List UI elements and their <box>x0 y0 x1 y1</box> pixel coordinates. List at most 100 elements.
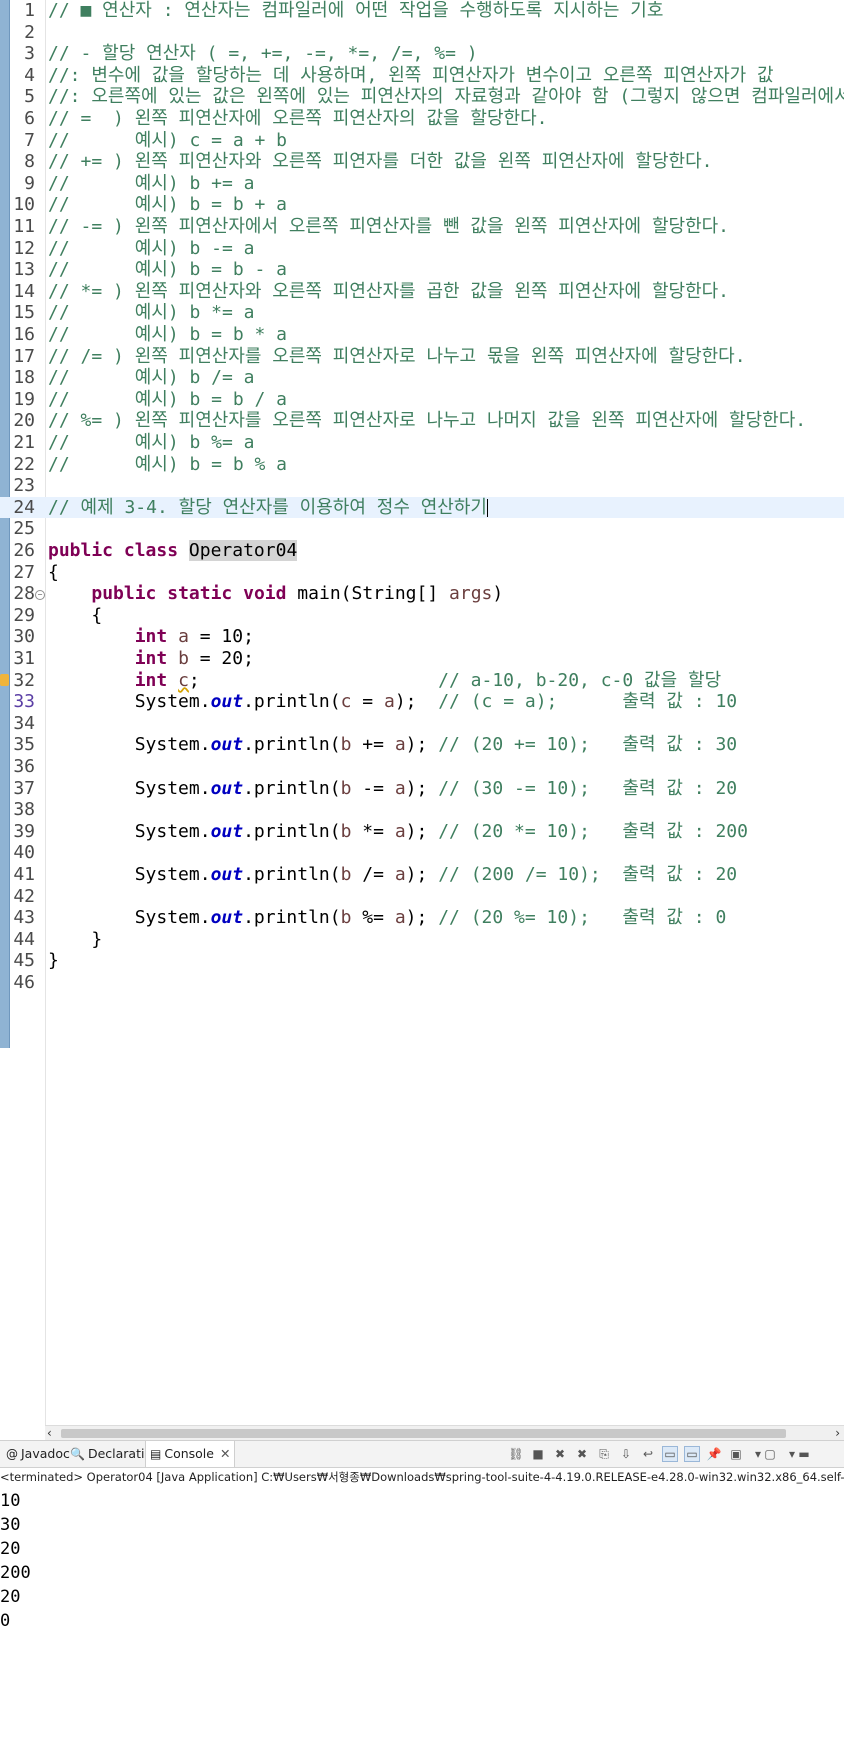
code-token: // 예시) b = b / a <box>48 388 288 410</box>
code-line[interactable]: 13 // 예시) b = b - a <box>0 259 844 281</box>
code-line[interactable]: 12 // 예시) b -= a <box>0 238 844 260</box>
disconnect-icon[interactable]: ⛓ <box>508 1446 524 1462</box>
scroll-left-arrow-icon[interactable]: ‹ <box>47 1426 52 1440</box>
code-line[interactable]: 25 <box>0 518 844 540</box>
code-token: // 예시) c = a + b <box>48 129 288 151</box>
scroll-right-arrow-icon[interactable]: › <box>835 1426 840 1440</box>
code-line[interactable]: 5 //: 오른쪽에 있는 값은 왼쪽에 있는 피연산자의 자료형과 같아야 함 … <box>0 86 844 108</box>
open-console-icon[interactable]: ▢ <box>762 1446 778 1462</box>
console-output-line: 200 <box>0 1563 31 1583</box>
show-on-stderr-icon[interactable]: ▭ <box>684 1446 700 1462</box>
code-token: ); <box>405 734 439 756</box>
code-line[interactable]: 27 { <box>0 562 844 584</box>
code-line[interactable]: 39 System.out.println(b *= a); // (20 *=… <box>0 821 844 843</box>
code-line[interactable]: 10 // 예시) b = b + a <box>0 194 844 216</box>
code-line[interactable]: 35 System.out.println(b += a); // (20 +=… <box>0 734 844 756</box>
line-number: 2 <box>24 21 35 43</box>
scrollbar-thumb[interactable] <box>61 1429 786 1438</box>
editor-horizontal-scrollbar[interactable]: ‹ › <box>45 1425 844 1440</box>
code-line[interactable]: 40 <box>0 842 844 864</box>
console-output[interactable]: 10 30 20 200 20 0 <box>0 1489 31 1633</box>
code-line[interactable]: 11 // -= ) 왼쪽 피연산자에서 오른쪽 피연산자를 뺀 값을 왼쪽 피연… <box>0 216 844 238</box>
code-line[interactable]: 46 <box>0 972 844 994</box>
code-editor[interactable]: 1 // ■ 연산자 : 연산자는 컴파일러에 어떤 작업을 수행하도록 지시하는… <box>0 0 844 1425</box>
code-token: ); <box>405 777 439 799</box>
code-line[interactable]: 17 // /= ) 왼쪽 피연산자를 오른쪽 피연산자로 나누고 몫을 왼쪽 피… <box>0 346 844 368</box>
code-line[interactable]: 45} <box>0 950 844 972</box>
code-line[interactable]: 44 } <box>0 929 844 951</box>
code-text: System.out.println(b += a); // (20 += 10… <box>48 734 737 756</box>
code-line[interactable]: 18 // 예시) b /= a <box>0 367 844 389</box>
code-text: // += ) 왼쪽 피연산자와 오른쪽 피연자를 더한 값을 왼쪽 피연산자에… <box>48 151 712 173</box>
code-line[interactable]: 14 // *= ) 왼쪽 피연산자와 오른쪽 피연산자를 곱한 값을 왼쪽 피연… <box>0 281 844 303</box>
code-line[interactable]: 20 // %= ) 왼쪽 피연산자를 오른쪽 피연산자로 나누고 나머지 값을 … <box>0 410 844 432</box>
code-line[interactable]: 36 <box>0 756 844 778</box>
close-icon[interactable]: ✕ <box>220 1446 230 1461</box>
code-line[interactable]: 2 <box>0 22 844 44</box>
display-console-icon[interactable]: ▣ <box>728 1446 744 1462</box>
remove-launch-icon[interactable]: ✖ <box>552 1446 568 1462</box>
console-output-line: 10 <box>0 1491 21 1511</box>
code-line[interactable]: 9 // 예시) b += a <box>0 173 844 195</box>
code-line[interactable]: 23 <box>0 475 844 497</box>
tab-javadoc[interactable]: @ Javadoc <box>2 1441 74 1467</box>
code-line[interactable]: 30 int a = 10; <box>0 626 844 648</box>
remove-all-icon[interactable]: ✖ <box>574 1446 590 1462</box>
code-line[interactable]: 21 // 예시) b %= a <box>0 432 844 454</box>
show-on-stdout-icon[interactable]: ▭ <box>662 1446 678 1462</box>
code-line[interactable]: 15 // 예시) b *= a <box>0 302 844 324</box>
code-token: main(String[] <box>286 583 450 605</box>
code-line[interactable]: 28− public static void main(String[] arg… <box>0 583 844 605</box>
code-line[interactable]: 24 // 예제 3-4. 할당 연산자를 이용하여 정수 연산하기 <box>0 496 844 519</box>
terminate-icon[interactable]: ■ <box>530 1446 546 1462</box>
declaration-icon: 🔍 <box>70 1447 85 1461</box>
warning-icon[interactable] <box>0 673 9 686</box>
code-line[interactable]: 29 { <box>0 605 844 627</box>
code-token: c <box>340 691 352 713</box>
code-line[interactable]: 19 // 예시) b = b / a <box>0 389 844 411</box>
code-line[interactable]: 6 // = ) 왼쪽 피연산자에 오른쪽 피연산자의 값을 할당한다. <box>0 108 844 130</box>
code-text: System.out.println(b /= a); // (200 /= 1… <box>48 864 737 886</box>
code-token: a <box>394 907 406 929</box>
code-text: //: 오른쪽에 있는 값은 왼쪽에 있는 피연산자의 자료형과 같아야 함 (… <box>48 86 844 108</box>
code-text: } <box>48 929 102 951</box>
line-number: 43 <box>13 907 35 929</box>
code-text: // %= ) 왼쪽 피연산자를 오른쪽 피연산자로 나누고 나머지 값을 왼쪽… <box>48 410 806 432</box>
code-line[interactable]: 41 System.out.println(b /= a); // (200 /… <box>0 864 844 886</box>
code-line[interactable]: 26 public class Operator04 <box>0 540 844 562</box>
code-line[interactable]: 7 // 예시) c = a + b <box>0 130 844 152</box>
code-line[interactable]: 33 System.out.println(c = a); // (c = a)… <box>0 691 844 713</box>
code-line[interactable]: 37 System.out.println(b -= a); // (30 -=… <box>0 778 844 800</box>
code-token: .println( <box>243 734 341 756</box>
code-line[interactable]: 42 <box>0 886 844 908</box>
code-line[interactable]: 8 // += ) 왼쪽 피연산자와 오른쪽 피연자를 더한 값을 왼쪽 피연산자… <box>0 151 844 173</box>
line-number: 18 <box>13 367 35 389</box>
code-line[interactable]: 34 <box>0 713 844 735</box>
code-line[interactable]: 32 int c; // a-10, b-20, c-0 값을 할당 <box>0 670 844 692</box>
line-number: 5 <box>24 86 35 108</box>
code-line[interactable]: 31 int b = 20; <box>0 648 844 670</box>
tab-console[interactable]: ▤ Console ✕ <box>145 1441 236 1467</box>
code-token: System. <box>48 691 211 713</box>
fold-collapse-icon[interactable]: − <box>35 590 45 601</box>
word-wrap-icon[interactable]: ↩ <box>640 1446 656 1462</box>
pin-console-icon[interactable]: 📌 <box>706 1446 722 1462</box>
line-number: 25 <box>13 518 35 540</box>
minimize-icon[interactable]: ▬ <box>796 1446 812 1462</box>
scroll-lock-icon[interactable]: ⇩ <box>618 1446 634 1462</box>
code-line[interactable]: 38 <box>0 799 844 821</box>
code-line[interactable]: 4 //: 변수에 값을 할당하는 데 사용하며, 왼쪽 피연산자가 변수이고 오… <box>0 65 844 87</box>
copy-icon[interactable]: ⎘ <box>596 1446 612 1462</box>
code-line[interactable]: 1 // ■ 연산자 : 연산자는 컴파일러에 어떤 작업을 수행하도록 지시하는… <box>0 0 844 22</box>
code-line[interactable]: 16 // 예시) b = b * a <box>0 324 844 346</box>
code-line[interactable]: 43 System.out.println(b %= a); // (20 %=… <box>0 907 844 929</box>
code-line[interactable]: 22 // 예시) b = b % a <box>0 454 844 476</box>
code-token: class <box>123 540 179 561</box>
code-line[interactable]: 3 // - 할당 연산자 ( =, +=, -=, *=, /=, %= ) <box>0 43 844 65</box>
line-number: 12 <box>13 237 35 259</box>
code-token: // += ) 왼쪽 피연산자와 오른쪽 피연자를 더한 값을 왼쪽 피연산자에… <box>48 151 713 173</box>
code-token: public <box>91 583 157 605</box>
